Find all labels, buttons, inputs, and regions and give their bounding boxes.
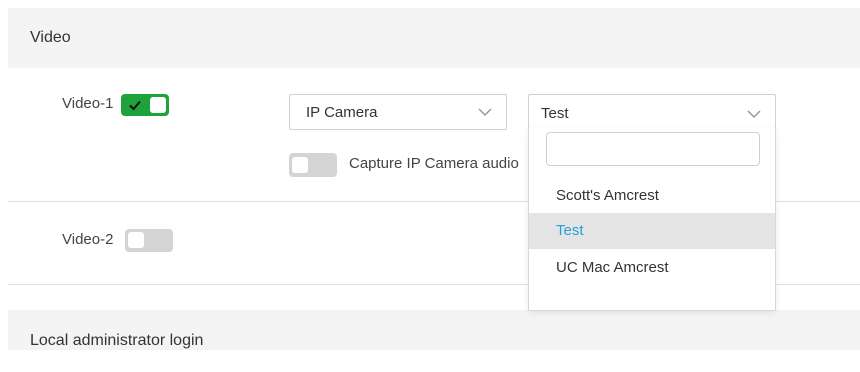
camera-select[interactable]: Test bbox=[528, 94, 776, 130]
chevron-down-icon bbox=[478, 108, 492, 117]
camera-select-value: Test bbox=[541, 105, 569, 122]
video-2-label: Video-2 bbox=[62, 231, 114, 248]
dropdown-option[interactable]: Scott's Amcrest bbox=[529, 178, 775, 214]
video-source-value: IP Camera bbox=[306, 104, 378, 121]
dropdown-option[interactable]: UC Mac Amcrest bbox=[529, 250, 775, 286]
section-header-video: Video bbox=[8, 8, 860, 68]
camera-dropdown-panel: Scott's Amcrest Test UC Mac Amcrest bbox=[528, 128, 776, 311]
chevron-down-icon bbox=[747, 110, 761, 119]
video-1-toggle[interactable] bbox=[121, 94, 169, 116]
section-header-admin: Local administrator login bbox=[8, 310, 860, 350]
section-title-admin: Local administrator login bbox=[30, 332, 204, 349]
dropdown-option-selected[interactable]: Test bbox=[529, 213, 775, 249]
capture-audio-toggle[interactable] bbox=[289, 153, 337, 177]
capture-audio-label: Capture IP Camera audio bbox=[349, 155, 519, 172]
toggle-knob bbox=[292, 157, 308, 173]
dropdown-search-input[interactable] bbox=[546, 132, 760, 166]
video-1-label: Video-1 bbox=[62, 95, 114, 112]
video-source-select[interactable]: IP Camera bbox=[289, 94, 507, 130]
check-icon bbox=[129, 100, 141, 111]
section-title-video: Video bbox=[30, 29, 71, 46]
video-2-toggle[interactable] bbox=[125, 229, 173, 252]
toggle-knob bbox=[128, 232, 144, 248]
toggle-knob bbox=[150, 97, 166, 113]
